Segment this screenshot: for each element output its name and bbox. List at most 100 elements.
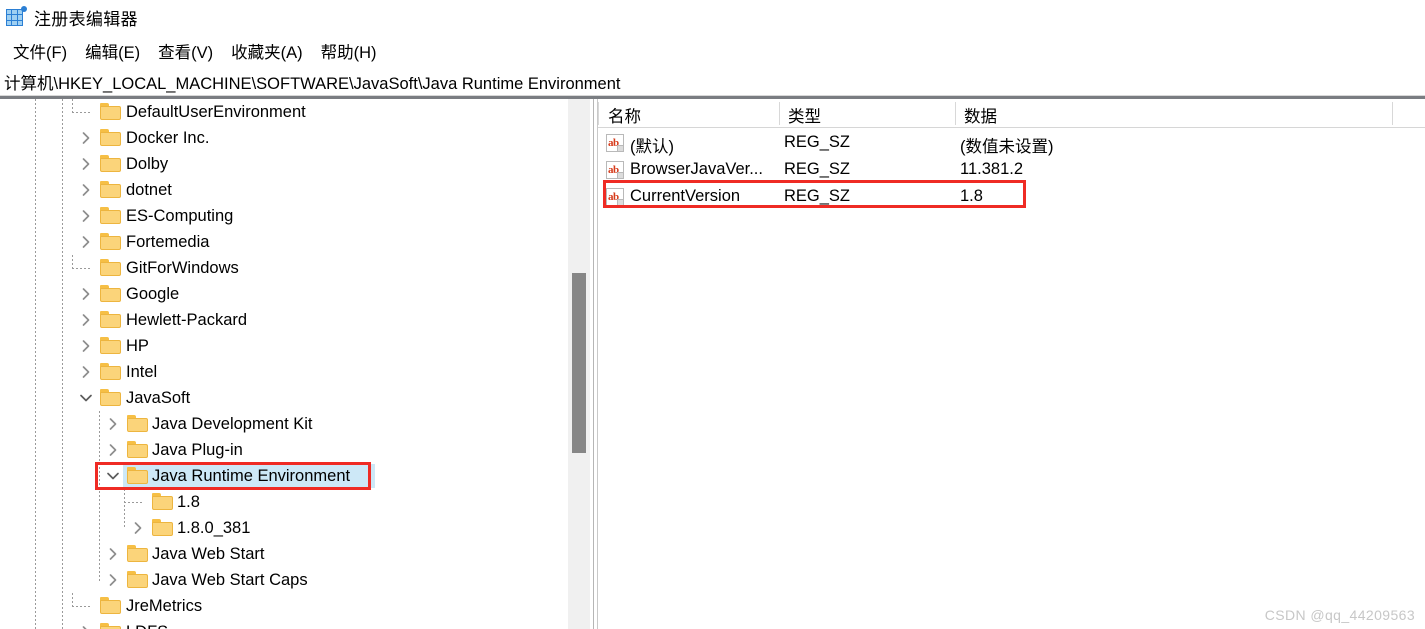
value-name-cell: CurrentVersion bbox=[630, 187, 741, 205]
tree-item-label: JreMetrics bbox=[126, 596, 203, 615]
folder-icon bbox=[100, 181, 122, 198]
value-data-cell: 1.8 bbox=[960, 187, 983, 205]
registry-editor-window: 注册表编辑器 文件(F) 编辑(E) 查看(V) 收藏夹(A) 帮助(H) 计算… bbox=[0, 0, 1425, 629]
tree-item-label: dotnet bbox=[126, 180, 172, 199]
tree-item-1-8[interactable]: 1.8 bbox=[0, 489, 568, 515]
value-name-cell: (默认) bbox=[630, 138, 674, 156]
registry-path: 计算机\HKEY_LOCAL_MACHINE\SOFTWARE\JavaSoft… bbox=[4, 74, 621, 93]
tree-item-gitforwindows[interactable]: GitForWindows bbox=[0, 255, 568, 281]
folder-icon bbox=[127, 441, 149, 458]
chevron-right-icon[interactable] bbox=[78, 364, 94, 380]
chevron-right-icon[interactable] bbox=[105, 416, 121, 432]
tree-item-java-web-start-caps[interactable]: Java Web Start Caps bbox=[0, 567, 568, 593]
column-divider[interactable] bbox=[955, 102, 956, 125]
tree-item-defaultuserenvironment[interactable]: DefaultUserEnvironment bbox=[0, 99, 568, 125]
folder-icon bbox=[100, 129, 122, 146]
tree-item-es-computing[interactable]: ES-Computing bbox=[0, 203, 568, 229]
table-row[interactable]: ab CurrentVersion REG_SZ 1.8 bbox=[598, 184, 1425, 211]
chevron-right-icon[interactable] bbox=[78, 234, 94, 250]
folder-icon bbox=[127, 571, 149, 588]
folder-icon bbox=[100, 597, 122, 614]
table-row[interactable]: ab (默认) REG_SZ (数值未设置) bbox=[598, 130, 1425, 157]
value-type-cell: REG_SZ bbox=[784, 133, 851, 151]
tree-item-dolby[interactable]: Dolby bbox=[0, 151, 568, 177]
menu-item-favorites[interactable]: 收藏夹(A) bbox=[222, 37, 312, 65]
folder-icon bbox=[100, 233, 122, 250]
column-header-data[interactable]: 数据 bbox=[964, 103, 997, 127]
tree-item-intel[interactable]: Intel bbox=[0, 359, 568, 385]
menu-item-view[interactable]: 查看(V) bbox=[149, 37, 222, 65]
tree-item-java-development-kit[interactable]: Java Development Kit bbox=[0, 411, 568, 437]
column-header-name[interactable]: 名称 bbox=[608, 103, 641, 127]
tree-item-label: Java Development Kit bbox=[152, 414, 313, 433]
menu-item-help[interactable]: 帮助(H) bbox=[312, 37, 386, 65]
chevron-down-icon[interactable] bbox=[105, 468, 121, 484]
tree-item-label: GitForWindows bbox=[126, 258, 239, 277]
chevron-down-icon[interactable] bbox=[78, 390, 94, 406]
tree-item-javasoft[interactable]: JavaSoft bbox=[0, 385, 568, 411]
tree-item-label: JavaSoft bbox=[126, 388, 191, 407]
folder-icon bbox=[100, 207, 122, 224]
tree-item-label: Hewlett-Packard bbox=[126, 310, 248, 329]
tree-item-fortemedia[interactable]: Fortemedia bbox=[0, 229, 568, 255]
tree-connector bbox=[72, 268, 92, 269]
tree-item-java-plug-in[interactable]: Java Plug-in bbox=[0, 437, 568, 463]
tree-item-1-8-0-381[interactable]: 1.8.0_381 bbox=[0, 515, 568, 541]
folder-icon bbox=[100, 311, 122, 328]
pane-splitter[interactable] bbox=[593, 99, 594, 629]
folder-icon bbox=[100, 389, 122, 406]
menu-item-file[interactable]: 文件(F) bbox=[4, 37, 76, 65]
tree-item-docker-inc[interactable]: Docker Inc. bbox=[0, 125, 568, 151]
folder-icon bbox=[152, 493, 174, 510]
column-divider[interactable] bbox=[1392, 102, 1393, 125]
registry-tree-pane[interactable]: DefaultUserEnvironment Docker Inc. Dolby do… bbox=[0, 99, 568, 629]
chevron-right-icon[interactable] bbox=[78, 286, 94, 302]
tree-item-label: LDFS bbox=[126, 623, 168, 629]
chevron-right-icon[interactable] bbox=[78, 338, 94, 354]
chevron-right-icon[interactable] bbox=[105, 442, 121, 458]
chevron-right-icon[interactable] bbox=[105, 546, 121, 562]
tree-item-jremetrics[interactable]: JreMetrics bbox=[0, 593, 568, 619]
tree-item-label: Dolby bbox=[126, 154, 169, 173]
value-type-cell: REG_SZ bbox=[784, 187, 851, 205]
scrollbar-thumb[interactable] bbox=[572, 273, 586, 453]
chevron-right-icon[interactable] bbox=[78, 156, 94, 172]
title-bar: 注册表编辑器 bbox=[0, 0, 1425, 34]
tree-item-hewlett-packard[interactable]: Hewlett-Packard bbox=[0, 307, 568, 333]
chevron-right-icon[interactable] bbox=[78, 312, 94, 328]
chevron-right-icon[interactable] bbox=[130, 520, 146, 536]
registry-values-pane[interactable]: 名称 类型 数据 ab (默认) REG_SZ (数值未设置) ab BrowserJav… bbox=[598, 99, 1425, 629]
column-divider[interactable] bbox=[779, 102, 780, 125]
tree-item-java-web-start[interactable]: Java Web Start bbox=[0, 541, 568, 567]
chevron-right-icon[interactable] bbox=[78, 208, 94, 224]
chevron-right-icon[interactable] bbox=[105, 572, 121, 588]
value-data-cell: 11.381.2 bbox=[960, 160, 1024, 178]
folder-icon bbox=[127, 545, 149, 562]
tree-connector bbox=[72, 99, 73, 113]
column-divider[interactable] bbox=[598, 102, 599, 125]
tree-item-ldfs[interactable]: LDFS bbox=[0, 619, 568, 629]
registry-editor-icon bbox=[6, 6, 27, 27]
column-header-type[interactable]: 类型 bbox=[788, 103, 821, 127]
folder-icon bbox=[100, 623, 122, 629]
string-value-icon: ab bbox=[606, 134, 624, 152]
folder-icon bbox=[100, 103, 122, 120]
chevron-right-icon[interactable] bbox=[78, 130, 94, 146]
tree-item-dotnet[interactable]: dotnet bbox=[0, 177, 568, 203]
tree-item-hp[interactable]: HP bbox=[0, 333, 568, 359]
chevron-right-icon[interactable] bbox=[78, 624, 94, 629]
chevron-right-icon[interactable] bbox=[78, 182, 94, 198]
tree-item-label: ES-Computing bbox=[126, 206, 234, 225]
menu-item-edit[interactable]: 编辑(E) bbox=[76, 37, 149, 65]
tree-item-java-runtime-environment[interactable]: Java Runtime Environment bbox=[0, 463, 568, 489]
tree-vertical-scrollbar[interactable] bbox=[568, 99, 590, 629]
string-value-icon: ab bbox=[606, 161, 624, 179]
folder-icon bbox=[100, 337, 122, 354]
tree-connector bbox=[72, 606, 92, 607]
tree-item-google[interactable]: Google bbox=[0, 281, 568, 307]
address-bar[interactable]: 计算机\HKEY_LOCAL_MACHINE\SOFTWARE\JavaSoft… bbox=[0, 68, 1425, 96]
tree-connector bbox=[99, 411, 100, 581]
tree-item-label: Google bbox=[126, 284, 180, 303]
value-data-cell: (数值未设置) bbox=[960, 138, 1054, 156]
table-row[interactable]: ab BrowserJavaVer... REG_SZ 11.381.2 bbox=[598, 157, 1425, 184]
